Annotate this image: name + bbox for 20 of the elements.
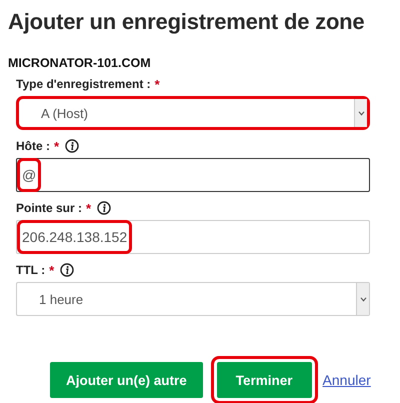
field-label: Hôte : (16, 139, 50, 153)
cancel-link[interactable]: Annuler (320, 369, 374, 391)
info-icon[interactable] (97, 201, 112, 215)
field-label: Type d'enregistrement : (16, 77, 151, 91)
dropdown[interactable]: A (Host) (16, 96, 370, 130)
required-mark: * (54, 138, 60, 154)
caret-icon (360, 296, 366, 302)
required-mark: * (49, 262, 54, 278)
field-label: Pointe sur : (16, 201, 82, 215)
required-mark: * (154, 76, 160, 92)
domain-name: MICRONATOR-101.COM (8, 56, 152, 70)
field-label: TTL : (16, 263, 46, 277)
required-mark: * (86, 200, 92, 216)
info-icon[interactable] (65, 139, 80, 153)
page-title: Ajouter un enregistrement de zone (8, 8, 366, 36)
input-field[interactable]: @ (16, 158, 370, 192)
input-field[interactable]: 206.248.138.152 (16, 220, 370, 254)
info-icon[interactable] (60, 263, 74, 277)
caret-icon (358, 110, 364, 116)
dropdown[interactable]: 1 heure (16, 282, 370, 316)
